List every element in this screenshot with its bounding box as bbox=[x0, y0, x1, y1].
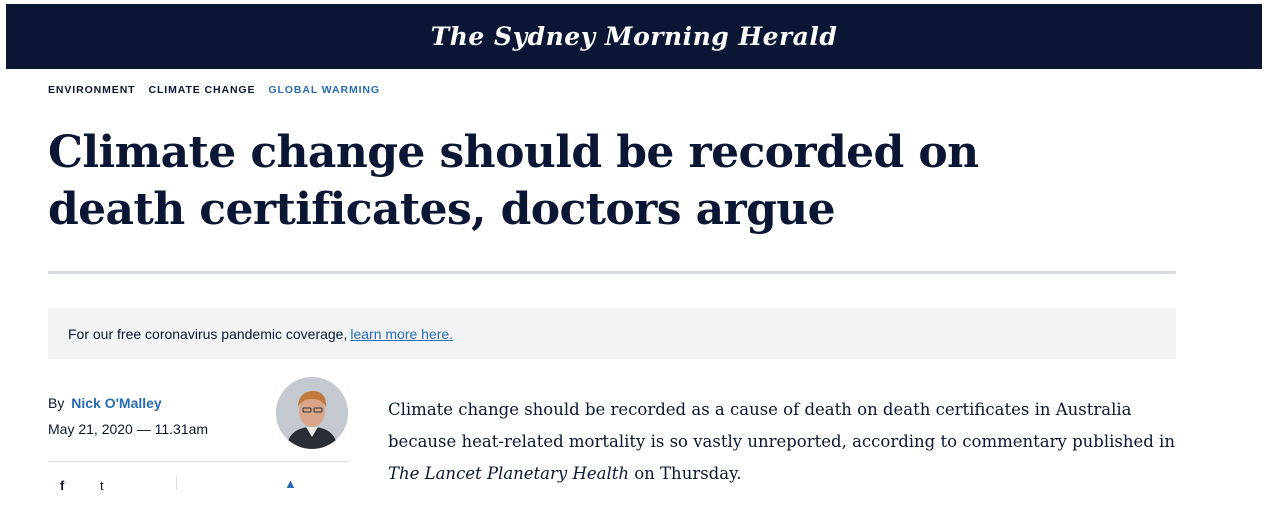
breadcrumb-climate-change[interactable]: CLIMATE CHANGE bbox=[149, 84, 256, 96]
breadcrumb-global-warming[interactable]: GLOBAL WARMING bbox=[268, 84, 380, 96]
masthead: The Sydney Morning Herald bbox=[6, 4, 1262, 69]
share-separator bbox=[176, 476, 177, 490]
facebook-icon[interactable]: f bbox=[60, 478, 64, 490]
lead-text: Climate change should be recorded as a c… bbox=[388, 400, 1175, 451]
breadcrumb-environment[interactable]: ENVIRONMENT bbox=[48, 84, 136, 96]
author-link[interactable]: Nick O'Malley bbox=[71, 395, 161, 411]
byline: By Nick O'Malley bbox=[48, 395, 162, 411]
twitter-icon[interactable]: t bbox=[100, 478, 104, 490]
author-avatar[interactable] bbox=[276, 377, 348, 449]
breadcrumb: ENVIRONMENT CLIMATE CHANGE GLOBAL WARMIN… bbox=[48, 84, 380, 96]
author-photo bbox=[276, 377, 348, 449]
share-toolbar: f t ▲ bbox=[48, 470, 348, 490]
headline-divider bbox=[48, 271, 1176, 274]
promo-learn-more-link[interactable]: learn more here. bbox=[350, 326, 453, 342]
article-lead-paragraph: Climate change should be recorded as a c… bbox=[388, 394, 1178, 490]
byline-prefix: By bbox=[48, 395, 65, 411]
lead-tail: on Thursday. bbox=[634, 464, 742, 483]
promo-banner: For our free coronavirus pandemic covera… bbox=[48, 308, 1176, 359]
site-logo[interactable]: The Sydney Morning Herald bbox=[431, 22, 838, 51]
article-headline: Climate change should be recorded on dea… bbox=[48, 127, 979, 235]
publish-date: May 21, 2020 — 11.31am bbox=[48, 421, 209, 437]
bookmark-icon[interactable]: ▲ bbox=[284, 476, 297, 490]
promo-text: For our free coronavirus pandemic covera… bbox=[68, 325, 348, 342]
byline-divider bbox=[48, 461, 348, 462]
source-title: The Lancet Planetary Health bbox=[388, 464, 629, 483]
